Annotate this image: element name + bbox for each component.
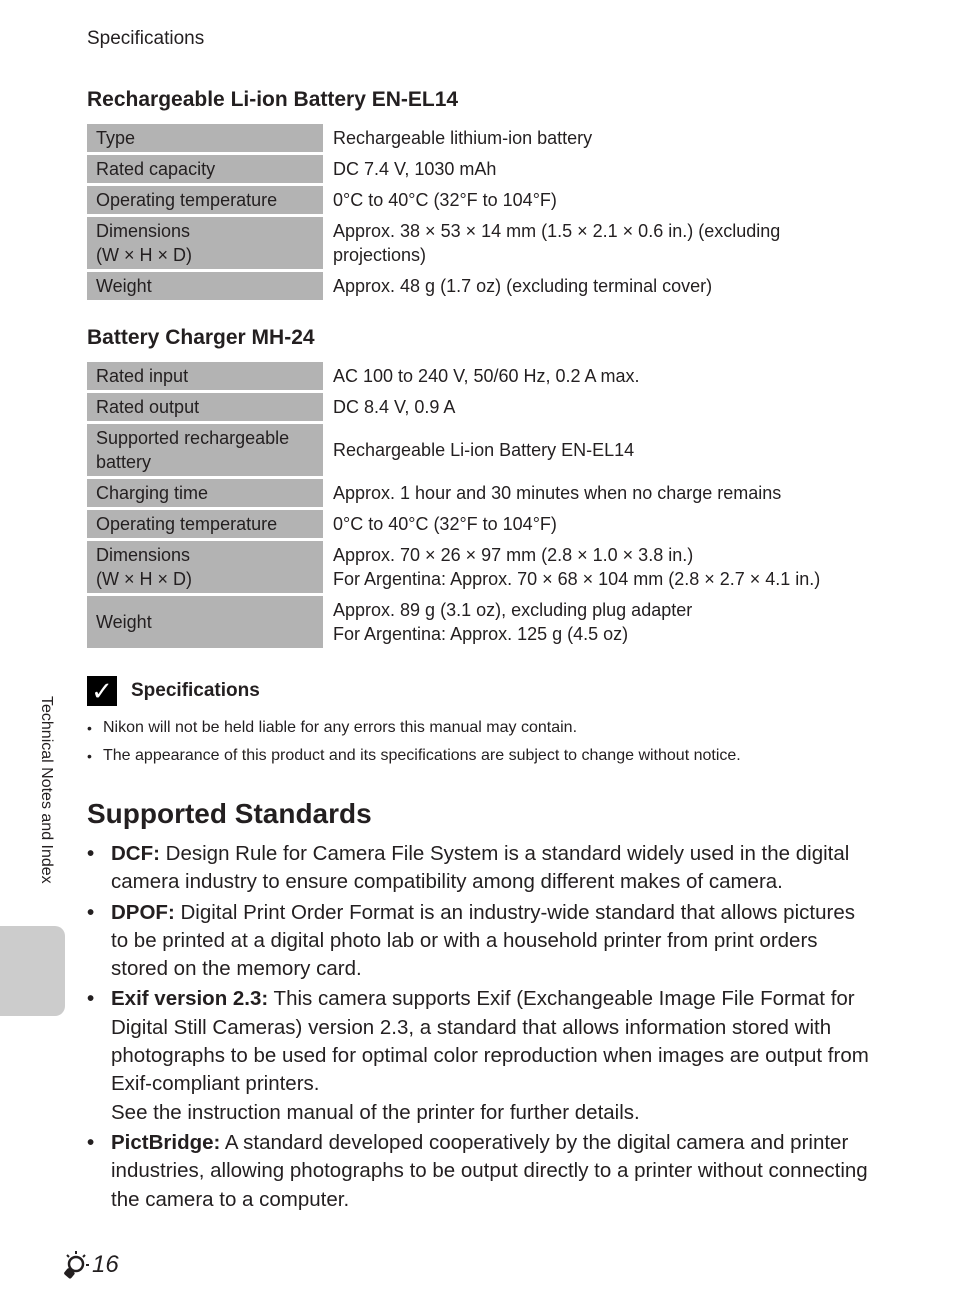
spec-value: Approx. 70 × 26 × 97 mm (2.8 × 1.0 × 3.8… <box>333 545 821 589</box>
standard-extra: See the instruction manual of the printe… <box>111 1100 640 1124</box>
standard-text: Digital Print Order Format is an industr… <box>111 900 855 981</box>
note-header: ✓ Specifications <box>87 676 260 706</box>
standard-item: DCF: Design Rule for Camera File System … <box>87 840 877 897</box>
spec-value: Approx. 38 × 53 × 14 mm (1.5 × 2.1 × 0.6… <box>333 221 781 265</box>
standard-item: PictBridge: A standard developed coopera… <box>87 1129 877 1214</box>
note-list: Nikon will not be held liable for any er… <box>87 716 887 772</box>
spec-key: Supported rechargeable battery <box>87 424 323 476</box>
spec-key: Weight <box>87 596 323 648</box>
battery-section-title: Rechargeable Li-ion Battery EN-EL14 <box>87 88 459 111</box>
spec-key: Rated capacity <box>87 155 323 183</box>
spec-row: Rated capacity DC 7.4 V, 1030 mAh <box>87 155 867 183</box>
side-tab[interactable] <box>0 926 65 1016</box>
spec-row: Supported rechargeable battery Rechargeab… <box>87 424 867 476</box>
charger-section-title: Battery Charger MH-24 <box>87 326 315 349</box>
spec-value: DC 7.4 V, 1030 mAh <box>333 159 497 179</box>
spec-row: Charging time Approx. 1 hour and 30 minut… <box>87 479 867 507</box>
standard-term: DCF: <box>111 842 160 865</box>
spec-row: Rated input AC 100 to 240 V, 50/60 Hz, 0.… <box>87 362 867 390</box>
standard-term: DPOF: <box>111 900 175 924</box>
standard-term: Exif version 2.3: <box>111 987 269 1011</box>
spec-value: AC 100 to 240 V, 50/60 Hz, 0.2 A max. <box>333 366 640 386</box>
battery-spec-table: Type Rechargeable lithium-ion battery Rate… <box>87 121 867 303</box>
spec-value: Approx. 48 g (1.7 oz) (excluding termina… <box>333 276 713 296</box>
spec-key: Dimensions (W × H × D) <box>87 541 323 593</box>
spec-value: Approx. 1 hour and 30 minutes when no ch… <box>333 483 782 503</box>
note-item: Nikon will not be held liable for any er… <box>87 716 887 744</box>
side-tab-label: Technical Notes and Index <box>38 696 55 884</box>
spec-row: Operating temperature 0°C to 40°C (32°F t… <box>87 510 867 538</box>
standards-title: Supported Standards <box>87 798 372 829</box>
spec-value: DC 8.4 V, 0.9 A <box>333 397 456 417</box>
spec-row: Dimensions (W × H × D) Approx. 70 × 26 × … <box>87 541 867 593</box>
running-head: Specifications <box>87 28 205 49</box>
standard-item: DPOF: Digital Print Order Format is an i… <box>87 899 877 984</box>
spec-key: Operating temperature <box>87 510 323 538</box>
spec-key: Type <box>87 124 323 152</box>
spec-key: Dimensions (W × H × D) <box>87 217 323 269</box>
spec-key: Charging time <box>87 479 323 507</box>
spec-value: Rechargeable lithium-ion battery <box>333 128 593 148</box>
spec-row: Operating temperature 0°C to 40°C (32°F t… <box>87 186 867 214</box>
charger-spec-table: Rated input AC 100 to 240 V, 50/60 Hz, 0.… <box>87 359 867 651</box>
standard-term: PictBridge: <box>111 1130 221 1154</box>
note-title: Specifications <box>131 680 260 701</box>
page-number-text: 16 <box>92 1251 119 1278</box>
spec-value: 0°C to 40°C (32°F to 104°F) <box>333 190 557 210</box>
spec-key: Weight <box>87 272 323 300</box>
standard-item: Exif version 2.3: This camera supports E… <box>87 985 877 1126</box>
spec-row: Dimensions (W × H × D) Approx. 38 × 53 × … <box>87 217 867 269</box>
spec-row: Rated output DC 8.4 V, 0.9 A <box>87 393 867 421</box>
standards-list: DCF: Design Rule for Camera File System … <box>87 840 877 1216</box>
standard-text: Design Rule for Camera File System is a … <box>111 842 850 894</box>
check-icon: ✓ <box>87 676 117 706</box>
note-item: The appearance of this product and its s… <box>87 744 887 772</box>
spec-value: 0°C to 40°C (32°F to 104°F) <box>333 514 557 534</box>
tips-bulb-icon <box>64 1251 89 1279</box>
spec-value: Rechargeable Li-ion Battery EN-EL14 <box>333 440 635 460</box>
spec-row: Weight Approx. 48 g (1.7 oz) (excluding t… <box>87 272 867 300</box>
spec-row: Type Rechargeable lithium-ion battery <box>87 124 867 152</box>
page-number: 16 <box>60 1250 119 1280</box>
spec-key: Rated output <box>87 393 323 421</box>
spec-key: Rated input <box>87 362 323 390</box>
spec-value: Approx. 89 g (3.1 oz), excluding plug ad… <box>333 600 693 644</box>
standard-text: A standard developed cooperatively by th… <box>111 1130 868 1211</box>
spec-key: Operating temperature <box>87 186 323 214</box>
spec-row: Weight Approx. 89 g (3.1 oz), excluding p… <box>87 596 867 648</box>
